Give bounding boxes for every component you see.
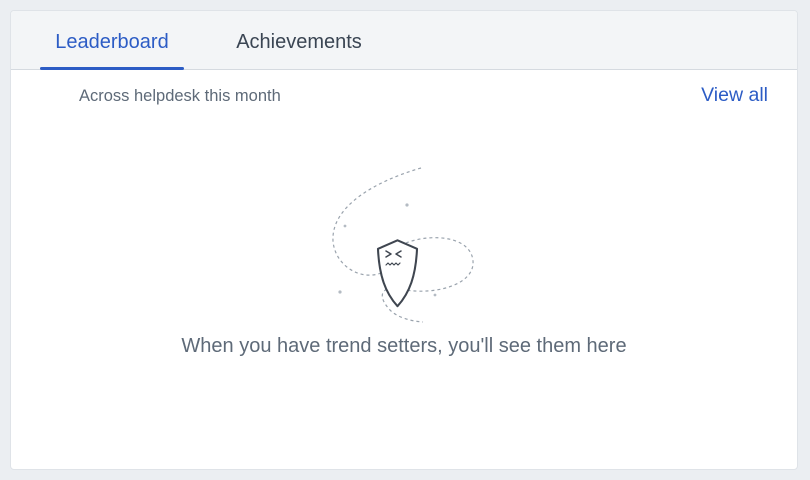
tab-achievements[interactable]: Achievements [216, 11, 382, 70]
view-all-link[interactable]: View all [701, 84, 768, 107]
tab-leaderboard[interactable]: Leaderboard [40, 11, 184, 70]
shield-sad-face-icon [332, 167, 474, 323]
leaderboard-card: Leaderboard Achievements Across helpdesk… [10, 10, 798, 470]
tab-bar: Leaderboard Achievements [11, 11, 797, 70]
leaderboard-subtitle: Across helpdesk this month [79, 87, 281, 105]
active-tab-indicator [40, 67, 184, 70]
empty-state-message: When you have trend setters, you'll see … [181, 335, 627, 357]
empty-state-illustration [321, 161, 491, 331]
